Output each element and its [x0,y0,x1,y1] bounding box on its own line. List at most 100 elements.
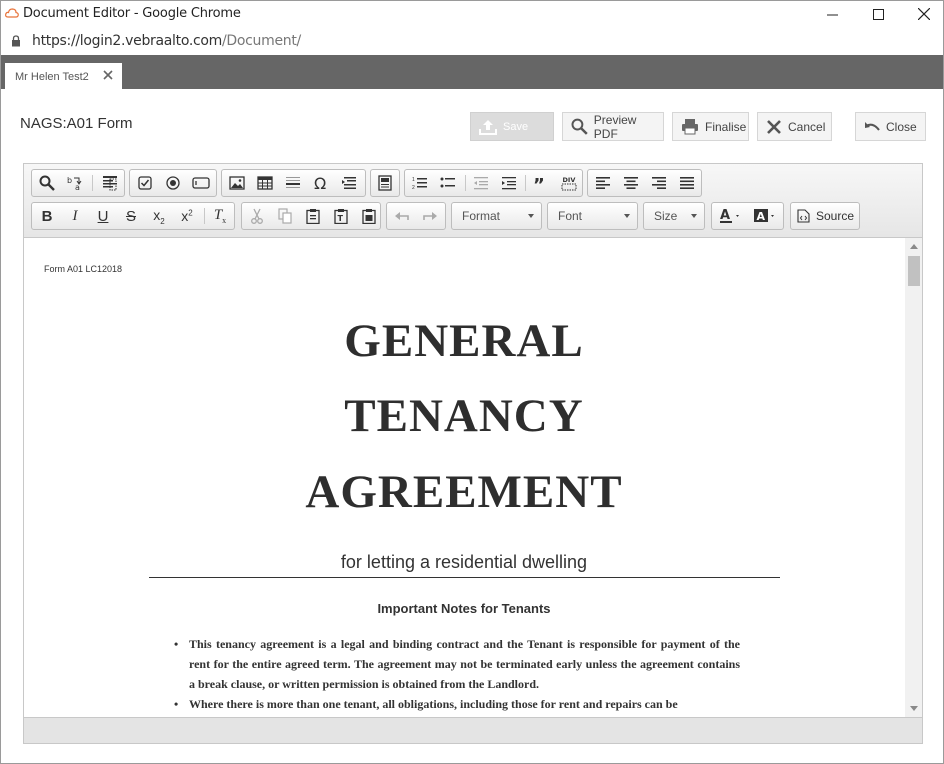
toolbar-group-align [587,169,702,197]
radio-icon [166,176,180,190]
maximize-icon [872,8,884,20]
find-button[interactable] [33,170,61,196]
create-div-button[interactable]: DIV [555,170,583,196]
editor-status-bar [24,717,922,743]
blockquote-button[interactable]: ” [527,170,555,196]
image-button[interactable] [223,170,251,196]
minimize-button[interactable] [809,1,855,27]
paste-button[interactable] [299,203,327,229]
outdent-button[interactable] [467,170,495,196]
bullet-list-button[interactable] [434,170,462,196]
redo-button[interactable] [416,203,444,229]
checkbox-button[interactable] [131,170,159,196]
maximize-button[interactable] [855,1,901,27]
font-combo[interactable]: Font [548,203,637,229]
page-break-button[interactable] [335,170,363,196]
save-button[interactable]: Save [470,112,554,141]
chevron-down-icon [528,214,534,218]
search-icon [571,118,588,135]
template-icon [378,175,392,191]
window-close-button[interactable] [901,1,943,27]
align-left-button[interactable] [589,170,617,196]
replace-icon: ba [67,176,82,191]
align-right-icon [652,177,666,189]
replace-button[interactable]: ba [61,170,89,196]
source-button[interactable]: Source [790,202,860,230]
scroll-up-icon[interactable] [910,244,918,249]
toolbar-group-paragraph: 12 ” DIV [404,169,583,197]
format-combo[interactable]: Format [452,203,541,229]
justify-button[interactable] [673,170,701,196]
horizontal-line-button[interactable] [279,170,307,196]
italic-button[interactable]: I [61,203,89,229]
superscript-button[interactable]: x2 [173,203,201,229]
horizontal-line-icon [286,177,300,188]
special-char-button[interactable]: Ω [307,170,335,196]
svg-text:1: 1 [412,177,415,183]
title-bar: Document Editor - Google Chrome [1,1,943,27]
close-button[interactable]: Close [855,112,926,141]
minimize-icon [826,14,838,15]
upload-icon [479,119,497,135]
checkbox-icon [138,176,152,190]
cut-button[interactable] [243,203,271,229]
background-color-icon: A [754,209,774,223]
indent-icon [502,177,516,190]
source-toggle[interactable]: Source [791,203,859,229]
cancel-button[interactable]: Cancel [757,112,832,141]
align-right-button[interactable] [645,170,673,196]
bold-button[interactable]: B [33,203,61,229]
font-label: Font [558,209,583,223]
remove-format-button[interactable]: Tx [206,203,234,229]
format-label: Format [462,209,501,223]
textfield-button[interactable] [187,170,215,196]
radio-button[interactable] [159,170,187,196]
source-icon [797,209,810,223]
undo-button[interactable] [388,203,416,229]
table-button[interactable] [251,170,279,196]
format-dropdown[interactable]: Format [451,202,542,230]
paste-word-button[interactable] [355,203,383,229]
tab-mr-helen-test2[interactable]: Mr Helen Test2 [5,63,122,89]
toolbar-group-insert: Ω [221,169,366,197]
align-center-button[interactable] [617,170,645,196]
chevron-down-icon [624,214,630,218]
background-color-button[interactable]: A [749,203,783,229]
strikethrough-icon: S [125,207,136,225]
scroll-down-icon[interactable] [910,706,918,711]
printer-icon [682,119,698,135]
url-host: https://login2.vebraalto.com [32,33,222,49]
scrollbar-thumb[interactable] [908,256,920,286]
url-text: https://login2.vebraalto.com/Document/ [32,33,301,49]
cancel-label: Cancel [788,119,826,134]
toolbar-group-undo [386,202,446,230]
underline-button[interactable]: U [89,203,117,229]
bullet-list-icon [440,177,455,188]
bold-icon: B [41,207,53,225]
preview-pdf-button[interactable]: Preview PDF [562,112,664,141]
svg-text:Ω: Ω [314,175,326,191]
strikethrough-button[interactable]: S [117,203,145,229]
size-dropdown[interactable]: Size [643,202,705,230]
redo-icon [423,212,437,220]
vertical-scrollbar[interactable] [905,238,922,717]
select-all-button[interactable] [96,170,124,196]
font-dropdown[interactable]: Font [547,202,638,230]
paste-text-button[interactable]: T [327,203,355,229]
close-icon[interactable] [101,68,115,82]
subscript-button[interactable]: x2 [145,203,173,229]
select-all-icon [103,176,117,191]
div-container-icon: DIV [561,176,577,191]
editor-content[interactable]: Form A01 LC12018 GENERAL TENANCY AGREEME… [24,238,922,717]
numbered-list-button[interactable]: 12 [406,170,434,196]
toolbar-group-basicstyles: B I U S x2 x2 Tx [31,202,235,230]
subscript-icon: x2 [153,206,165,226]
size-combo[interactable]: Size [644,203,704,229]
address-bar[interactable]: https://login2.vebraalto.com/Document/ [1,27,943,55]
text-color-button[interactable]: A [714,203,748,229]
svg-text:2: 2 [412,185,415,190]
template-button[interactable] [371,170,399,196]
finalise-button[interactable]: Finalise [672,112,749,141]
copy-button[interactable] [271,203,299,229]
indent-button[interactable] [495,170,523,196]
